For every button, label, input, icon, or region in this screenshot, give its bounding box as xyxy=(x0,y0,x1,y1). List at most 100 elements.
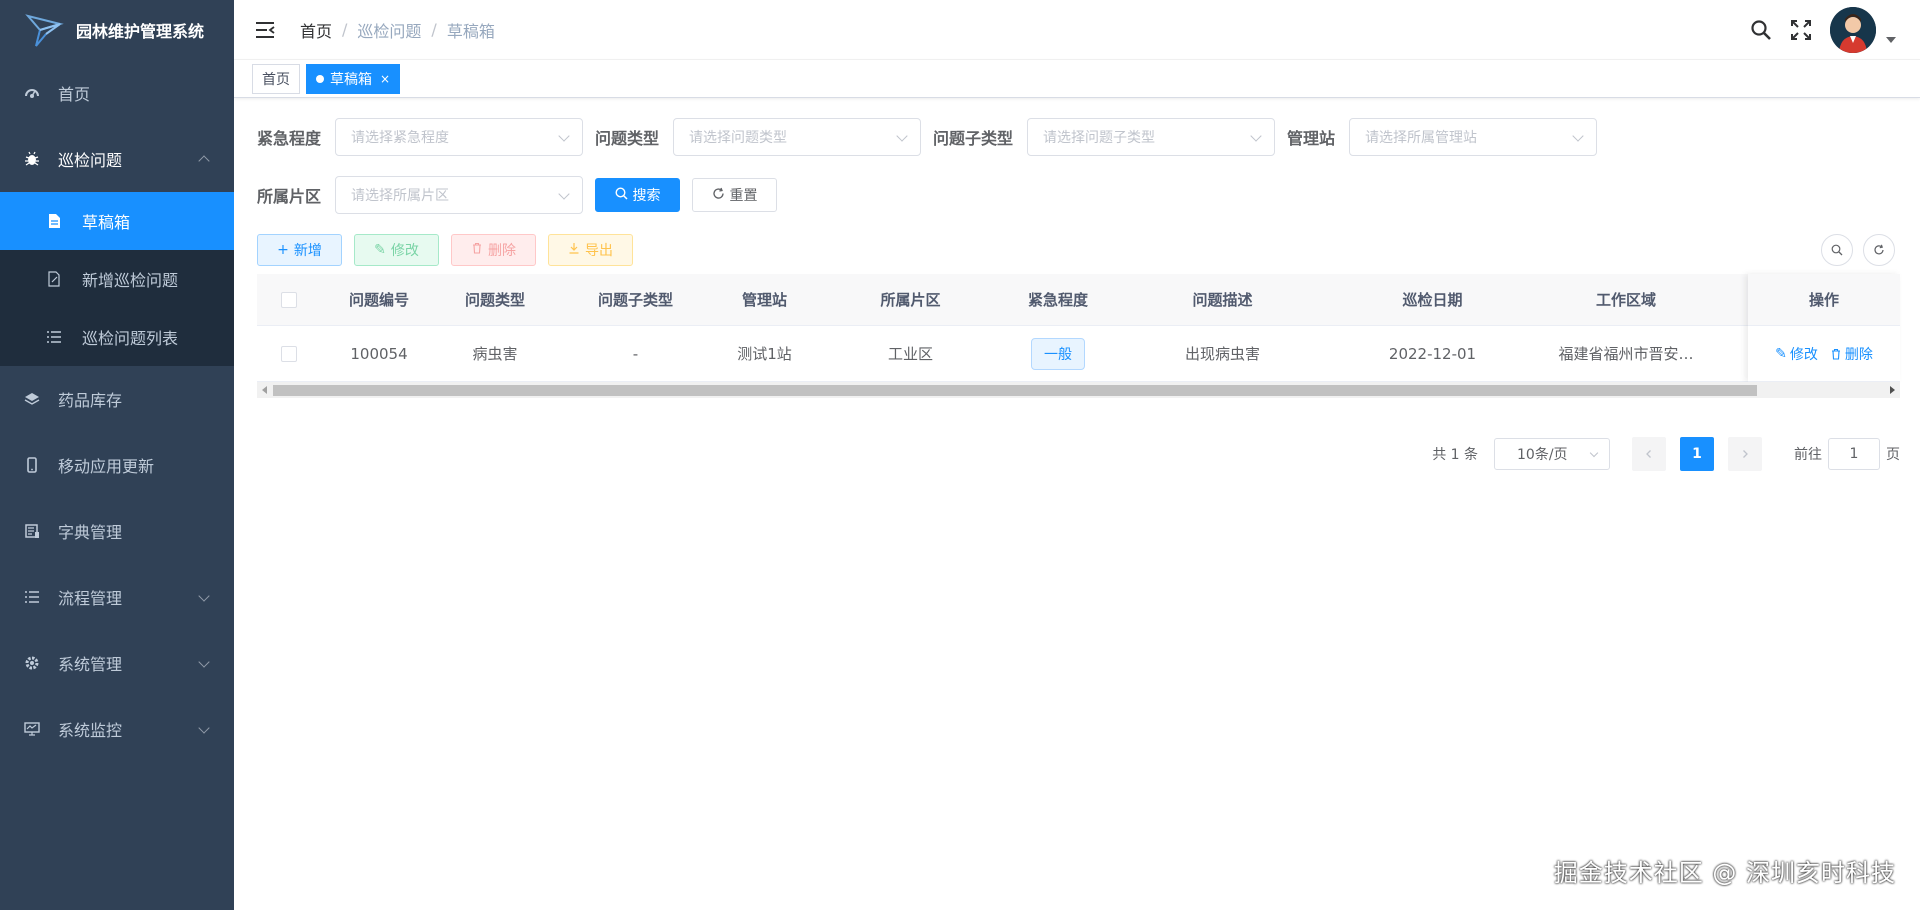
scroll-left-icon[interactable] xyxy=(262,386,267,394)
table-row[interactable]: 100054 病虫害 - 测试1站 工业区 一般 出现病虫害 2022-12-0… xyxy=(257,326,1900,382)
edit-button-label: 修改 xyxy=(390,243,419,259)
sidebar-item-label: 流程管理 xyxy=(58,589,123,608)
sidebar-item-inspection[interactable]: 巡检问题 xyxy=(0,126,234,192)
pagination: 共 1 条 10条/页 1 前往 1 页 xyxy=(1432,437,1900,471)
column-header[interactable]: 管理站 xyxy=(718,274,811,325)
download-icon xyxy=(568,242,580,258)
row-checkbox[interactable] xyxy=(281,345,297,362)
phone-icon xyxy=(24,457,40,473)
app-title: 园林维护管理系统 xyxy=(76,22,205,41)
pencil-icon: ✎ xyxy=(1775,345,1787,362)
edit-button[interactable]: ✎ 修改 xyxy=(354,234,439,266)
breadcrumb-home[interactable]: 首页 xyxy=(300,18,332,42)
logo-icon xyxy=(25,14,64,47)
export-button-label: 导出 xyxy=(585,243,613,259)
avatar[interactable] xyxy=(1830,7,1876,53)
sidebar-item-workflow[interactable]: 流程管理 xyxy=(0,564,234,630)
station-select[interactable]: 请选择所属管理站 xyxy=(1349,118,1598,156)
cell-type: 病虫害 xyxy=(472,345,518,363)
chevron-down-icon xyxy=(198,722,210,734)
bug-icon xyxy=(24,151,40,167)
row-edit-link[interactable]: ✎ 修改 xyxy=(1775,344,1818,364)
close-icon[interactable]: × xyxy=(380,72,390,86)
select-placeholder: 请选择所属片区 xyxy=(351,188,450,204)
export-button[interactable]: 导出 xyxy=(548,234,633,266)
cell-region: 福建省福州市晋安… xyxy=(1558,345,1694,363)
scroll-right-icon[interactable] xyxy=(1890,386,1895,394)
table-row-actions: ✎ 修改 删除 xyxy=(1748,326,1900,382)
column-header[interactable]: 所属片区 xyxy=(811,274,1010,325)
refresh-icon xyxy=(712,187,725,204)
chevron-left-icon xyxy=(1646,450,1651,458)
trash-icon xyxy=(1831,348,1840,360)
sidebar-item-dictionary[interactable]: 字典管理 xyxy=(0,498,234,564)
sidebar-item-medicine[interactable]: 药品库存 xyxy=(0,366,234,432)
sidebar-item-inspection-list[interactable]: 巡检问题列表 xyxy=(0,308,234,366)
cell-area: 工业区 xyxy=(887,345,933,363)
cell-id: 100054 xyxy=(350,344,408,363)
sidebar-item-new-inspection[interactable]: 新增巡检问题 xyxy=(0,250,234,308)
sidebar-item-label: 移动应用更新 xyxy=(58,457,155,476)
chevron-down-icon xyxy=(198,656,210,668)
add-button[interactable]: + 新增 xyxy=(257,234,342,266)
chevron-up-icon xyxy=(198,155,210,167)
monitor-icon xyxy=(24,721,40,737)
toggle-search-button[interactable] xyxy=(1821,234,1853,266)
column-header[interactable]: 问题描述 xyxy=(1106,274,1339,325)
column-header[interactable]: 工作区域 xyxy=(1526,274,1726,325)
table-header: 操作 xyxy=(1748,274,1900,326)
delete-button[interactable]: 删除 xyxy=(451,234,536,266)
horizontal-scrollbar[interactable] xyxy=(257,382,1900,398)
hamburger-icon[interactable] xyxy=(254,19,276,41)
prev-page-button[interactable] xyxy=(1632,437,1666,471)
tag-label: 草稿箱 xyxy=(330,71,372,88)
row-delete-link[interactable]: 删除 xyxy=(1830,344,1873,364)
select-placeholder: 请选择紧急程度 xyxy=(351,130,450,146)
add-button-label: 新增 xyxy=(293,243,322,259)
breadcrumb-inspection: 巡检问题 xyxy=(357,21,422,41)
goto-page-input[interactable]: 1 xyxy=(1828,438,1880,470)
breadcrumb-current: 草稿箱 xyxy=(446,21,495,41)
sidebar-item-home[interactable]: 首页 xyxy=(0,60,234,126)
column-header[interactable]: 紧急程度 xyxy=(1010,274,1106,325)
column-header[interactable]: 问题子类型 xyxy=(553,274,718,325)
scroll-thumb[interactable] xyxy=(273,385,1757,396)
urgency-select[interactable]: 请选择紧急程度 xyxy=(335,118,584,156)
next-page-button[interactable] xyxy=(1728,437,1762,471)
goto-prefix: 前往 xyxy=(1794,447,1822,463)
select-all-cell xyxy=(257,274,321,325)
page-size-select[interactable]: 10条/页 xyxy=(1494,438,1610,470)
list-icon xyxy=(24,589,40,605)
select-placeholder: 请选择所属管理站 xyxy=(1365,130,1478,146)
sidebar-item-monitor[interactable]: 系统监控 xyxy=(0,696,234,762)
select-all-checkbox[interactable] xyxy=(281,291,297,308)
type-label: 问题类型 xyxy=(595,129,660,148)
refresh-button[interactable] xyxy=(1863,234,1895,266)
column-header[interactable]: 巡检日期 xyxy=(1339,274,1526,325)
logo[interactable]: 园林维护管理系统 xyxy=(0,0,234,60)
tag-home[interactable]: 首页 xyxy=(252,63,300,94)
reset-button[interactable]: 重置 xyxy=(692,178,778,212)
sidebar-item-system[interactable]: 系统管理 xyxy=(0,630,234,696)
area-select[interactable]: 请选择所属片区 xyxy=(335,176,584,214)
column-header[interactable]: 问题编号 xyxy=(321,274,437,325)
table-toolbar: + 新增 ✎ 修改 删除 导出 xyxy=(257,234,1900,266)
page-number-current[interactable]: 1 xyxy=(1680,437,1714,471)
pagination-total: 共 1 条 xyxy=(1432,447,1478,463)
sidebar-item-app-update[interactable]: 移动应用更新 xyxy=(0,432,234,498)
navbar: 首页 / 巡检问题 / 草稿箱 xyxy=(234,0,1920,60)
subtype-select[interactable]: 请选择问题子类型 xyxy=(1027,118,1276,156)
sidebar-item-label: 新增巡检问题 xyxy=(82,271,179,290)
page-size-value: 10条/页 xyxy=(1517,447,1568,463)
sidebar-item-drafts[interactable]: 草稿箱 xyxy=(0,192,234,250)
trash-icon xyxy=(471,242,483,258)
column-header[interactable]: 问题类型 xyxy=(437,274,553,325)
fullscreen-icon[interactable] xyxy=(1790,19,1812,41)
caret-down-icon[interactable] xyxy=(1886,37,1896,43)
type-select[interactable]: 请选择问题类型 xyxy=(673,118,922,156)
search-button[interactable]: 搜索 xyxy=(595,178,681,212)
chevron-down-icon xyxy=(1589,448,1599,458)
search-icon[interactable] xyxy=(1750,19,1772,41)
sidebar-item-label: 系统管理 xyxy=(58,655,123,674)
tag-drafts[interactable]: 草稿箱 × xyxy=(306,63,401,94)
